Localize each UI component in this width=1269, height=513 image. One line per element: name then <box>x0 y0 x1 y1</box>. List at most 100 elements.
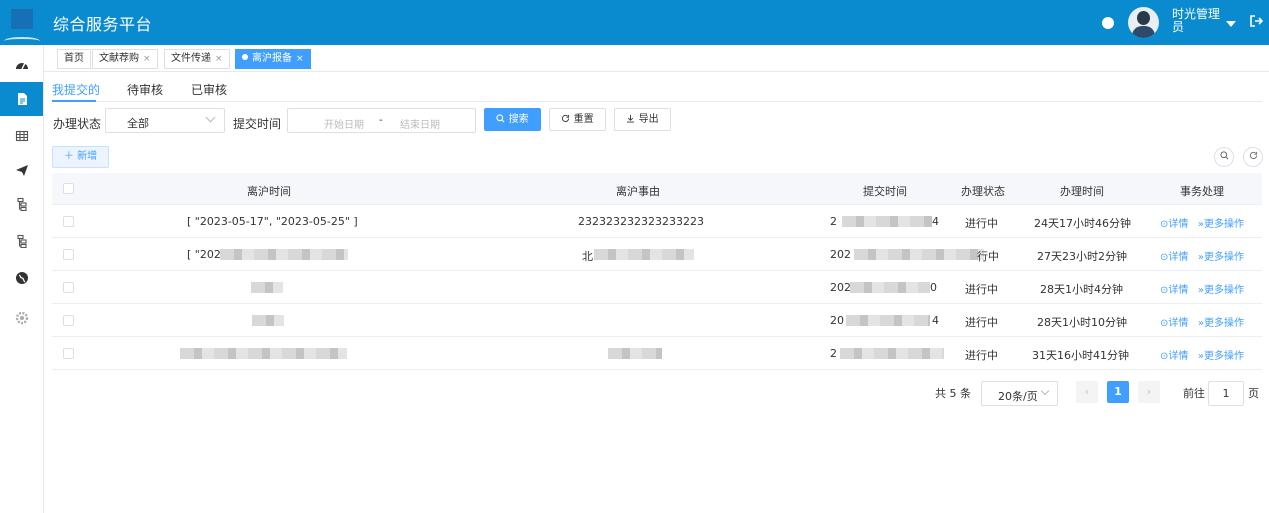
add-button[interactable]: ＋ 新增 <box>52 146 109 168</box>
chevron-down-icon[interactable] <box>1226 21 1236 27</box>
tab-file-transfer[interactable]: 文件传递 × <box>164 49 230 69</box>
tree-icon-2[interactable] <box>0 224 43 258</box>
detail-label: 详情 <box>1168 285 1189 296</box>
avatar[interactable] <box>1128 7 1159 38</box>
detail-link[interactable]: ⊙详情 <box>1160 318 1188 329</box>
send-icon[interactable] <box>0 153 43 187</box>
more-actions-link[interactable]: »更多操作 <box>1198 351 1244 362</box>
status-cell: 进行中 <box>965 349 998 362</box>
row-checkbox[interactable] <box>63 282 74 293</box>
table-row[interactable]: 20 4 进行中 28天1小时10分钟 ⊙详情 »更多操作 <box>52 304 1262 337</box>
table-icon[interactable] <box>0 119 43 153</box>
document-icon[interactable] <box>0 82 43 116</box>
export-button-label: 导出 <box>638 114 659 125</box>
close-icon[interactable]: × <box>215 54 223 64</box>
status-label: 办理状态 <box>53 117 102 131</box>
start-date-input[interactable]: 开始日期 <box>324 116 364 131</box>
table-header: 离沪时间 离沪事由 提交时间 办理状态 办理时间 事务处理 <box>52 173 1262 205</box>
time-label: 提交时间 <box>233 117 282 131</box>
row-checkbox[interactable] <box>63 315 74 326</box>
select-all-checkbox[interactable] <box>63 183 74 194</box>
col-leave-time: 离沪时间 <box>247 185 291 198</box>
page-number-current[interactable]: 1 <box>1107 381 1129 403</box>
date-separator: - <box>379 115 383 126</box>
subtab-reviewed[interactable]: 已审核 <box>191 81 227 98</box>
reset-button[interactable]: 重置 <box>549 108 606 131</box>
date-range-picker[interactable]: 开始日期 - 结束日期 <box>287 108 476 133</box>
detail-link[interactable]: ⊙详情 <box>1160 285 1188 296</box>
detail-link[interactable]: ⊙详情 <box>1160 252 1188 263</box>
row-checkbox[interactable] <box>63 249 74 260</box>
tab-leave-report[interactable]: 离沪报备 × <box>235 49 311 69</box>
close-icon[interactable]: × <box>143 54 151 64</box>
user-name[interactable]: 时光管理员 <box>1172 8 1222 34</box>
status-cell: 进行中 <box>965 316 998 329</box>
prev-page-button[interactable]: ‹ <box>1076 381 1098 403</box>
search-toggle-icon[interactable] <box>1214 147 1234 167</box>
logo-square <box>11 9 33 29</box>
reset-button-label: 重置 <box>573 114 594 125</box>
redaction-mask <box>594 249 694 260</box>
tab-literature[interactable]: 文献荐购 × <box>92 49 158 69</box>
redaction-mask <box>846 315 930 326</box>
gear-icon[interactable] <box>0 301 43 335</box>
export-button[interactable]: 导出 <box>614 108 671 131</box>
add-button-label: 新增 <box>77 151 98 162</box>
search-button[interactable]: 搜索 <box>484 108 541 131</box>
close-icon[interactable]: × <box>296 54 304 64</box>
more-actions-link[interactable]: »更多操作 <box>1198 285 1244 296</box>
goto-page-input[interactable]: 1 <box>1208 381 1244 406</box>
more-actions-link[interactable]: »更多操作 <box>1198 318 1244 329</box>
subtab-submitted[interactable]: 我提交的 <box>52 81 100 98</box>
search-icon <box>496 114 505 123</box>
pagination-total: 共 5 条 <box>935 387 971 400</box>
logout-icon[interactable] <box>1249 14 1264 32</box>
duration-cell: 27天23小时2分钟 <box>1037 250 1127 263</box>
subtab-divider <box>52 101 1262 102</box>
submit-time-cell: 2 <box>830 215 837 228</box>
row-checkbox[interactable] <box>63 348 74 359</box>
tab-home[interactable]: 首页 <box>57 49 91 69</box>
detail-label: 详情 <box>1168 219 1189 230</box>
actions-cell: ⊙详情 »更多操作 <box>1160 314 1244 329</box>
status-cell: 进行中 <box>965 283 998 296</box>
page-size-select[interactable]: 20条/页 <box>981 381 1058 406</box>
status-select[interactable]: 全部 <box>105 108 225 133</box>
table-row[interactable]: [ "2023-05-17", "2023-05-25" ] 232323232… <box>52 205 1262 238</box>
avatar-head <box>1137 11 1150 25</box>
row-checkbox[interactable] <box>63 216 74 227</box>
redaction-mask <box>854 249 984 260</box>
actions-cell: ⊙详情 »更多操作 <box>1160 347 1244 362</box>
submit-time-cell: 20 <box>830 314 844 327</box>
leave-reason-cell: 北 <box>582 250 593 263</box>
tree-icon[interactable] <box>0 187 43 221</box>
submit-time-cell: 202 <box>830 248 851 261</box>
table-row[interactable]: 2 进行中 31天16小时41分钟 ⊙详情 »更多操作 <box>52 337 1262 370</box>
page-size-value: 20条/页 <box>998 390 1038 403</box>
detail-link[interactable]: ⊙详情 <box>1160 219 1188 230</box>
actions-cell: ⊙详情 »更多操作 <box>1160 248 1244 263</box>
more-label: 更多操作 <box>1204 219 1245 230</box>
table-row[interactable]: 202 0 进行中 28天1小时4分钟 ⊙详情 »更多操作 <box>52 271 1262 304</box>
globe-icon[interactable] <box>0 261 43 295</box>
detail-link[interactable]: ⊙详情 <box>1160 351 1188 362</box>
status-cell: 进行中 <box>965 217 998 230</box>
col-duration: 办理时间 <box>1060 185 1104 198</box>
redaction-mask <box>608 348 662 359</box>
table-row[interactable]: [ "202 北 202 行中 27天23小时2分钟 ⊙详情 »更多操作 <box>52 238 1262 271</box>
col-leave-reason: 离沪事由 <box>616 185 660 198</box>
more-actions-link[interactable]: »更多操作 <box>1198 219 1244 230</box>
redaction-mask <box>840 348 944 359</box>
next-page-button[interactable]: › <box>1138 381 1160 403</box>
refresh-icon[interactable] <box>1243 147 1263 167</box>
dashboard-icon[interactable] <box>0 48 43 82</box>
more-actions-link[interactable]: »更多操作 <box>1198 252 1244 263</box>
status-cell: 行中 <box>977 250 999 263</box>
notification-dot-icon[interactable] <box>1102 17 1114 29</box>
redaction-mask <box>842 216 932 227</box>
redaction-mask <box>180 348 347 359</box>
subtab-pending[interactable]: 待审核 <box>127 81 163 98</box>
end-date-input[interactable]: 结束日期 <box>400 116 440 131</box>
logo[interactable] <box>0 0 44 45</box>
tab-label: 文件传递 <box>171 53 211 64</box>
